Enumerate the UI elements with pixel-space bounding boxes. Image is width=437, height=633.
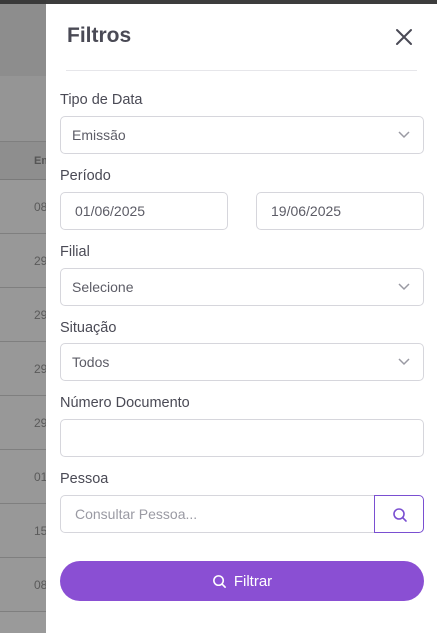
chevron-down-icon (398, 283, 410, 291)
close-icon[interactable] (394, 27, 414, 47)
table-row: 01 (0, 450, 46, 504)
filter-button[interactable]: Filtrar (60, 561, 424, 601)
table-row: 29 (0, 342, 46, 396)
periodo-start-input[interactable]: 01/06/2025 (60, 192, 228, 230)
drawer-top-border (46, 0, 437, 4)
tipo-data-label: Tipo de Data (60, 92, 143, 108)
table-header-cell: Em (34, 155, 46, 167)
table-row: 15 (0, 504, 46, 558)
situacao-label: Situação (60, 320, 117, 336)
periodo-start-value: 01/06/2025 (75, 203, 146, 219)
filial-select[interactable]: Selecione (60, 268, 424, 306)
table-row: 29 (0, 288, 46, 342)
tipo-data-select[interactable]: Emissão (60, 116, 424, 154)
situacao-select[interactable]: Todos (60, 343, 424, 381)
table-row: 29 (0, 396, 46, 450)
filter-drawer: Filtros Tipo de Data Emissão Período 01/… (46, 0, 437, 633)
situacao-value: Todos (72, 354, 110, 370)
table-row: 08 (0, 180, 46, 234)
table-cell: 08 (34, 200, 46, 214)
filial-value: Selecione (72, 279, 134, 295)
background-subheader (0, 76, 46, 142)
numero-documento-input[interactable] (60, 419, 424, 457)
search-icon (393, 508, 407, 522)
background-page: Em 08 29 29 29 29 01 15 08 (0, 0, 46, 633)
pessoa-placeholder: Consultar Pessoa... (75, 506, 198, 522)
numero-documento-label: Número Documento (60, 395, 190, 411)
pessoa-search-button[interactable] (374, 495, 424, 533)
background-table-header: Em (0, 142, 46, 180)
table-row: 08 (0, 558, 46, 612)
table-cell: 15 (34, 524, 46, 538)
table-cell: 29 (34, 308, 46, 322)
filter-button-label: Filtrar (233, 572, 273, 590)
periodo-end-input[interactable]: 19/06/2025 (256, 192, 424, 230)
table-cell: 29 (34, 416, 46, 430)
divider (66, 70, 417, 71)
pessoa-label: Pessoa (60, 471, 109, 487)
background-header (0, 4, 46, 76)
periodo-label: Período (60, 168, 111, 184)
pessoa-input[interactable]: Consultar Pessoa... (60, 495, 375, 533)
chevron-down-icon (398, 358, 410, 366)
table-cell: 08 (34, 578, 46, 592)
tipo-data-value: Emissão (72, 127, 126, 143)
chevron-down-icon (398, 131, 410, 139)
table-cell: 29 (34, 362, 46, 376)
periodo-end-value: 19/06/2025 (271, 203, 342, 219)
search-icon (212, 574, 226, 588)
drawer-title: Filtros (67, 24, 132, 47)
filter-button-content: Filtrar (60, 561, 424, 601)
filial-label: Filial (60, 244, 90, 260)
table-cell: 29 (34, 254, 46, 268)
table-row: 29 (0, 234, 46, 288)
table-cell: 01 (34, 470, 46, 484)
